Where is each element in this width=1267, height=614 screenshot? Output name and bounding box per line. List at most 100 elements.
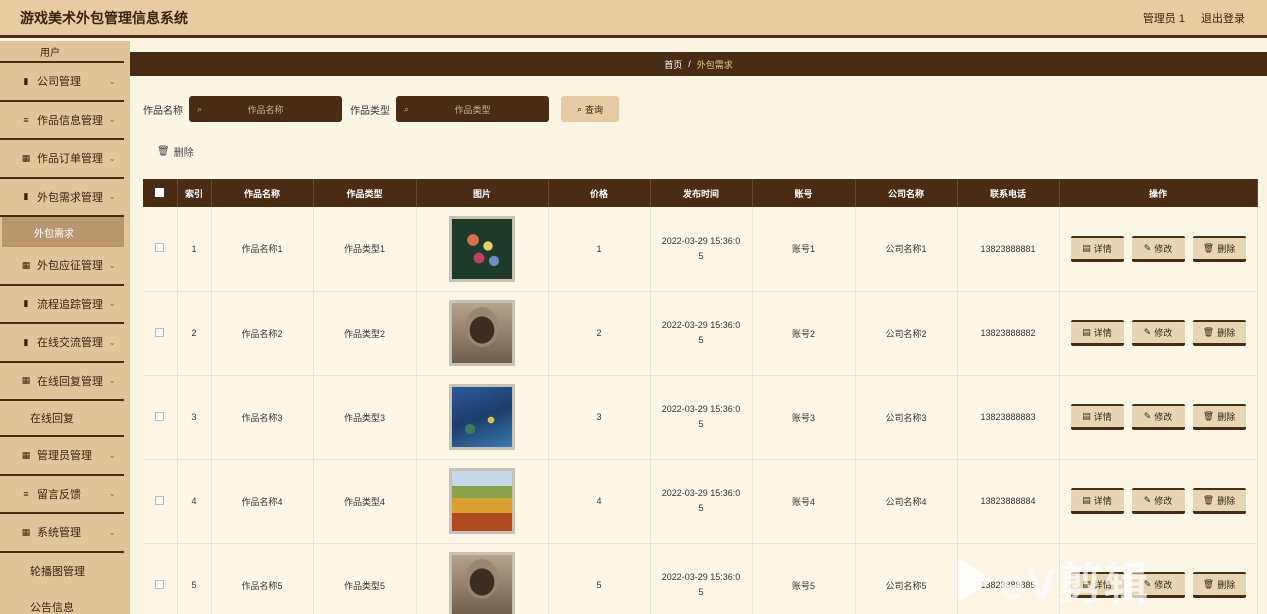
sidebar-item-label: 留言反馈 xyxy=(37,488,81,501)
cell-account: 账号2 xyxy=(752,291,856,376)
row-checkbox[interactable] xyxy=(143,543,178,614)
sidebar-item-label: 公司管理 xyxy=(37,76,81,89)
edit-icon: ✎ xyxy=(1143,327,1152,337)
chevron-down-icon: ⌄ xyxy=(108,298,116,309)
column-header: 索引 xyxy=(177,179,212,207)
delete-label: 删除 xyxy=(1217,412,1236,422)
cell-account: 账号5 xyxy=(752,543,856,614)
cell-time: 2022-03-29 15:36:0 5 xyxy=(650,291,753,376)
chevron-down-icon: ⌄ xyxy=(108,191,116,202)
sidebar-item-1[interactable]: ≡ 作品信息管理 ⌄ xyxy=(0,102,124,140)
delete-button[interactable]: 🗑 删除 xyxy=(1192,235,1246,262)
cell-ops: ▤ 详情 ✎ 修改 🗑 删除 xyxy=(1059,291,1258,376)
chevron-down-icon: ⌄ xyxy=(108,75,116,86)
delete-label: 删除 xyxy=(1217,328,1236,338)
type-label: 作品类型 xyxy=(350,105,390,117)
batch-delete-button[interactable]: 🗑 删除 xyxy=(157,144,194,159)
sidebar-item-label: 外包需求管理 xyxy=(37,191,103,204)
column-header: 联系电话 xyxy=(957,179,1060,207)
delete-button[interactable]: 🗑 删除 xyxy=(1192,320,1246,346)
breadcrumb: 首页 / 外包需求 xyxy=(130,52,1267,76)
delete-label: 删除 xyxy=(1217,243,1236,254)
sidebar-sub-reply[interactable]: 在线回复 xyxy=(0,401,124,437)
cell-time: 2022-03-29 15:36:0 5 xyxy=(650,459,753,544)
query-button[interactable]: ⌕ 查询 xyxy=(561,96,619,122)
breadcrumb-home[interactable]: 首页 xyxy=(664,58,682,71)
table-header-row: 索引 作品名称 作品类型 图片 价格 发布时间 账号 公司名称 联系电话 操作 xyxy=(143,179,1258,207)
cell-name: 作品名称3 xyxy=(211,375,314,460)
name-search-input[interactable]: ⌕ 作品名称 xyxy=(189,96,342,122)
sidebar-item-4[interactable]: ▦ 外包应征管理 ⌄ xyxy=(0,247,124,286)
edit-button[interactable]: ✎ 修改 xyxy=(1131,320,1185,346)
cell-type: 作品类型3 xyxy=(313,375,417,460)
sidebar-sub-demand[interactable]: 外包需求 xyxy=(2,217,124,247)
artwork-thumbnail[interactable] xyxy=(449,468,515,534)
trash-icon: 🗑 xyxy=(1202,327,1215,337)
cell-price: 3 xyxy=(548,375,651,460)
search-bar: 作品名称 ⌕ 作品名称 作品类型 ⌕ 作品类型 ⌕ 查询 xyxy=(143,96,619,122)
menu-icon: ▮ xyxy=(23,298,29,309)
artwork-thumbnail[interactable] xyxy=(449,384,515,450)
cell-company: 公司名称1 xyxy=(855,207,958,292)
cell-account: 账号1 xyxy=(752,207,856,292)
trash-icon: 🗑 xyxy=(157,146,170,157)
chevron-down-icon: ⌄ xyxy=(108,259,116,270)
cell-ops: ▤ 详情 ✎ 修改 🗑 删除 xyxy=(1059,207,1258,292)
row-checkbox[interactable] xyxy=(143,207,178,292)
sidebar-item-10[interactable]: ▦ 系统管理 ⌄ xyxy=(0,514,124,553)
menu-icon: ▮ xyxy=(23,336,29,347)
time-line-2: 5 xyxy=(698,587,704,597)
artwork-thumbnail[interactable] xyxy=(449,215,515,282)
edit-button[interactable]: ✎ 修改 xyxy=(1131,404,1185,430)
batch-delete-label: 删除 xyxy=(173,148,194,159)
sidebar-item-label: 管理员管理 xyxy=(37,450,92,463)
artwork-thumbnail[interactable] xyxy=(449,300,515,366)
sidebar-item-7[interactable]: ▦ 在线回复管理 ⌄ xyxy=(0,363,124,401)
column-header: 操作 xyxy=(1059,179,1258,207)
sidebar-item-label: 在线回复管理 xyxy=(37,375,103,388)
sidebar-item-2[interactable]: ▦ 作品订单管理 ⌄ xyxy=(0,140,124,179)
type-search-input[interactable]: ⌕ 作品类型 xyxy=(396,96,549,122)
menu-icon: ▦ xyxy=(21,152,31,163)
detail-icon: ▤ xyxy=(1082,242,1091,253)
cell-ops: ▤ 详情 ✎ 修改 🗑 删除 xyxy=(1059,375,1258,460)
row-checkbox[interactable] xyxy=(143,459,178,544)
sidebar-item-label: 系统管理 xyxy=(37,527,81,540)
edit-button[interactable]: ✎ 修改 xyxy=(1131,488,1185,514)
column-header: 作品名称 xyxy=(211,179,314,207)
cell-image xyxy=(416,375,549,460)
detail-button[interactable]: ▤ 详情 xyxy=(1070,320,1124,346)
delete-button[interactable]: 🗑 删除 xyxy=(1192,404,1246,430)
chevron-down-icon: ⌄ xyxy=(108,114,116,125)
edit-button[interactable]: ✎ 修改 xyxy=(1131,235,1185,262)
delete-button[interactable]: 🗑 删除 xyxy=(1192,488,1246,514)
select-all-checkbox[interactable] xyxy=(143,179,178,207)
sidebar-sub-user[interactable]: 用户 xyxy=(0,41,124,63)
time-line-2: 5 xyxy=(698,419,704,429)
user-menu[interactable]: 管理员 1 xyxy=(1143,10,1185,26)
sidebar-sub-notice[interactable]: 公告信息 xyxy=(0,589,124,614)
detail-button[interactable]: ▤ 详情 xyxy=(1070,235,1124,262)
artwork-thumbnail[interactable] xyxy=(449,552,515,614)
time-line-2: 5 xyxy=(698,503,704,513)
chevron-down-icon: ⌄ xyxy=(108,488,116,499)
sidebar-item-0[interactable]: ▮ 公司管理 ⌄ xyxy=(0,63,124,102)
logout-link[interactable]: 退出登录 xyxy=(1201,10,1245,26)
sidebar-item-9[interactable]: ≡ 留言反馈 ⌄ xyxy=(0,476,124,514)
menu-icon: ▮ xyxy=(23,191,29,202)
breadcrumb-current: 外包需求 xyxy=(696,59,733,70)
sidebar-item-8[interactable]: ▦ 管理员管理 ⌄ xyxy=(0,437,124,476)
sidebar-item-5[interactable]: ▮ 流程追踪管理 ⌄ xyxy=(0,286,124,324)
column-header: 图片 xyxy=(416,179,549,207)
sidebar-item-3[interactable]: ▮ 外包需求管理 ⌄ xyxy=(0,179,124,217)
detail-button[interactable]: ▤ 详情 xyxy=(1070,404,1124,430)
sidebar-sub-carousel[interactable]: 轮播图管理 xyxy=(0,553,124,589)
row-checkbox[interactable] xyxy=(143,375,178,460)
cell-image xyxy=(416,207,549,292)
delete-button[interactable]: 🗑 删除 xyxy=(1192,572,1246,598)
row-checkbox[interactable] xyxy=(143,291,178,376)
sidebar-item-label: 外包应征管理 xyxy=(37,260,103,273)
detail-button[interactable]: ▤ 详情 xyxy=(1070,488,1124,514)
sidebar-item-6[interactable]: ▮ 在线交流管理 ⌄ xyxy=(0,324,124,363)
trash-icon: 🗑 xyxy=(1202,495,1215,505)
